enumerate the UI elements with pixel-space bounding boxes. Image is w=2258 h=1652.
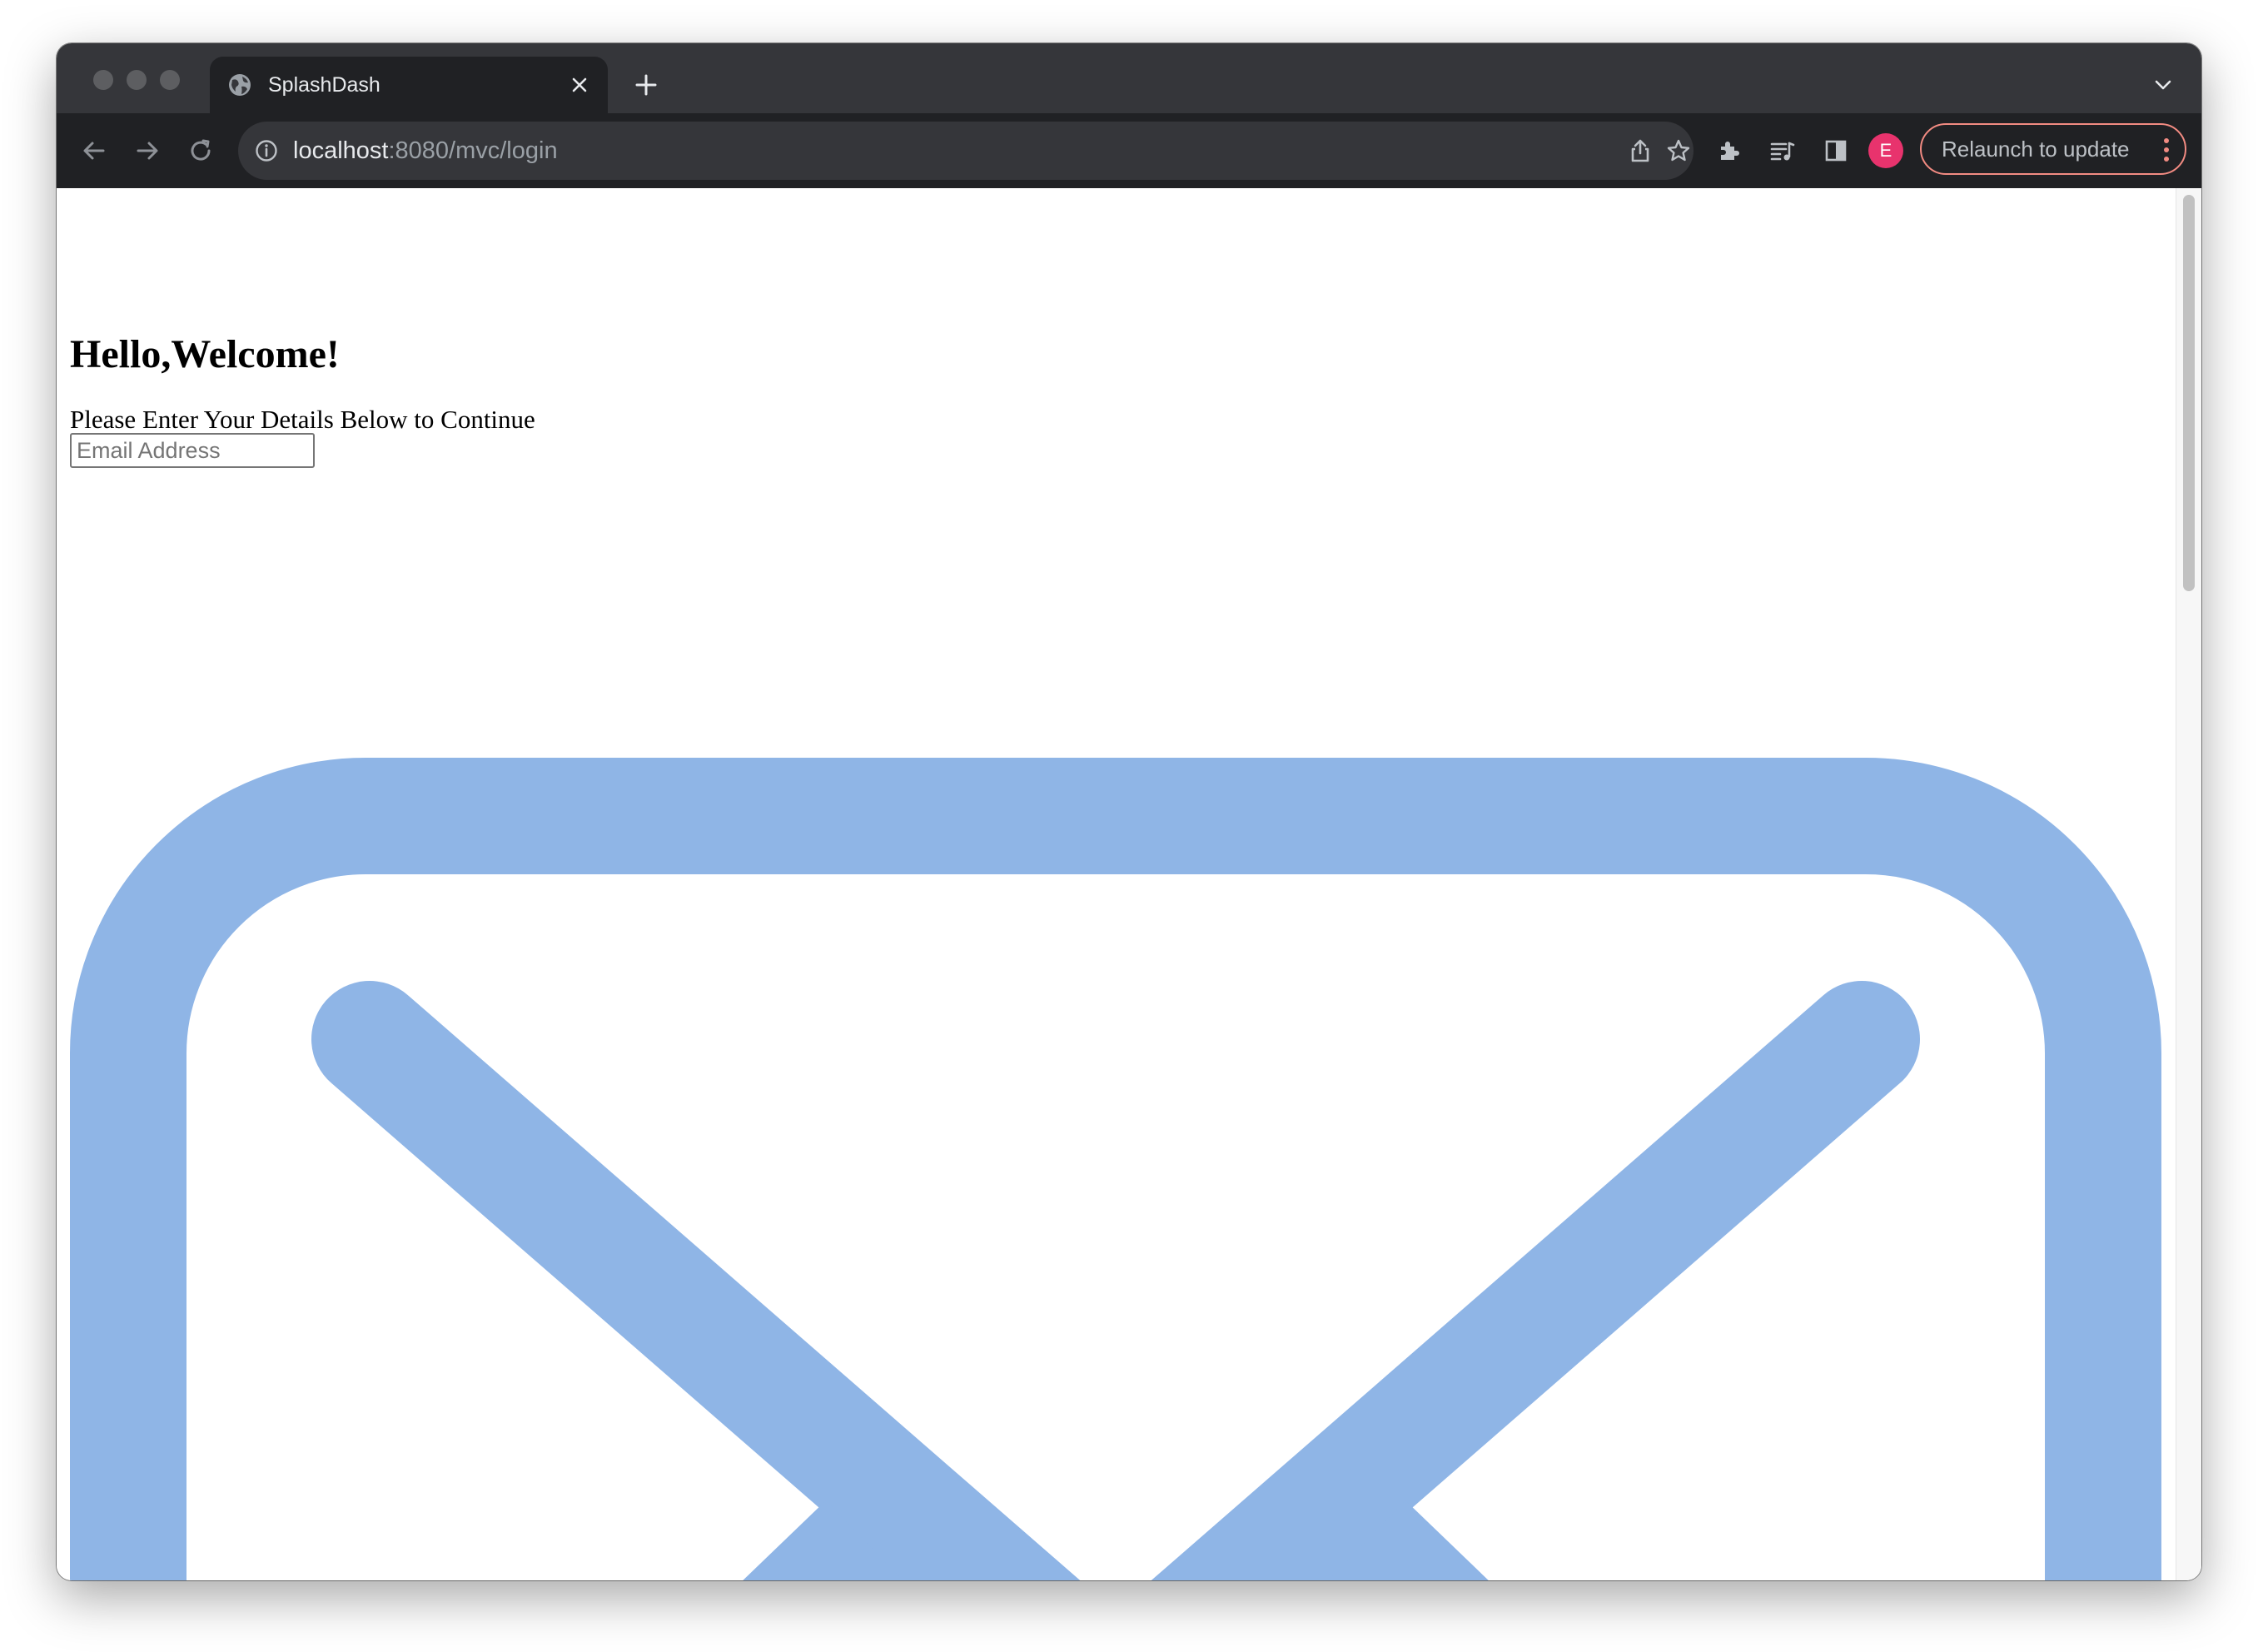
more-vertical-icon <box>2164 138 2169 162</box>
browser-toolbar: localhost:8080/mvc/login E Relaunch to u… <box>57 113 2201 188</box>
chevron-down-icon <box>2155 80 2171 90</box>
tab-strip: SplashDash <box>57 43 2201 113</box>
arrow-right-icon <box>137 142 158 160</box>
window-zoom-button[interactable] <box>160 70 180 90</box>
plus-icon <box>635 74 657 96</box>
profile-avatar[interactable]: E <box>1868 133 1903 168</box>
mail-icon <box>70 758 2161 1580</box>
reload-icon <box>191 139 211 161</box>
relaunch-label: Relaunch to update <box>1942 137 2130 162</box>
page-subtitle: Please Enter Your Details Below to Conti… <box>70 405 535 434</box>
share-icon <box>1631 139 1649 162</box>
puzzle-icon <box>1721 142 1739 160</box>
window-close-button[interactable] <box>93 70 113 90</box>
media-queue-icon <box>1770 142 1795 161</box>
window-minimize-button[interactable] <box>127 70 147 90</box>
bookmark-button[interactable] <box>1665 137 1692 164</box>
reload-button[interactable] <box>183 133 218 168</box>
back-button[interactable] <box>77 133 112 168</box>
page-scrollbar[interactable] <box>2176 188 2201 1580</box>
arrow-left-icon <box>83 142 105 160</box>
info-icon[interactable] <box>255 139 278 162</box>
email-field[interactable] <box>70 433 315 468</box>
tab-close-button[interactable] <box>563 68 596 102</box>
page-title: Hello,Welcome! <box>70 332 340 376</box>
extensions-button[interactable] <box>1712 133 1747 168</box>
star-icon <box>1667 139 1690 162</box>
scrollbar-thumb[interactable] <box>2183 195 2195 591</box>
reading-list-button[interactable] <box>1765 133 1800 168</box>
url-path: :8080/mvc/login <box>388 137 558 164</box>
page-viewport: Hello,Welcome! Please Enter Your Details… <box>57 188 2201 1580</box>
url-text[interactable]: localhost:8080/mvc/login <box>293 137 558 165</box>
relaunch-to-update-button[interactable]: Relaunch to update <box>1920 123 2186 175</box>
tab-search-button[interactable] <box>2150 72 2176 98</box>
forward-button[interactable] <box>130 133 165 168</box>
side-panel-icon <box>1825 140 1847 162</box>
close-icon <box>572 77 587 92</box>
tab-splashdash[interactable]: SplashDash <box>210 57 608 113</box>
browser-window: SplashDash localhost:8080/mvc/login E Re… <box>57 43 2201 1580</box>
new-tab-button[interactable] <box>629 68 663 102</box>
share-button[interactable] <box>1627 137 1654 164</box>
globe-icon <box>229 74 251 96</box>
tab-title: SplashDash <box>268 73 380 97</box>
url-host: localhost <box>293 137 389 164</box>
address-bar[interactable]: localhost:8080/mvc/login <box>238 122 1694 180</box>
side-panel-button[interactable] <box>1818 133 1853 168</box>
